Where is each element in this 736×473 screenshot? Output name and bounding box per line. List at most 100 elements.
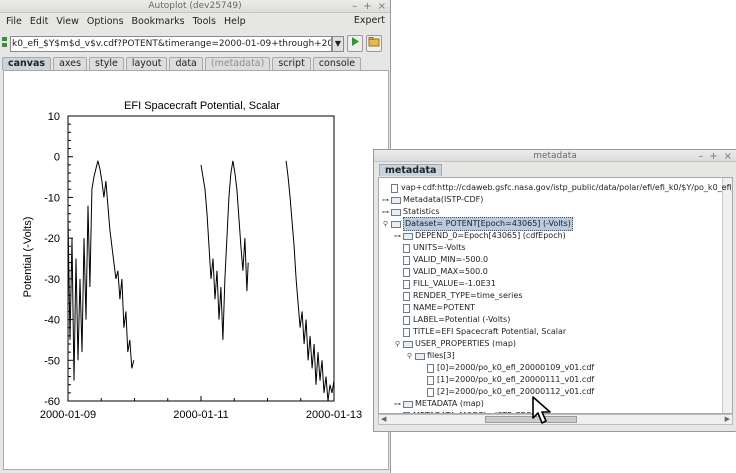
- tree-node-label: VALID_MAX=500.0: [413, 267, 488, 276]
- menubar: File Edit View Options Bookmarks Tools H…: [0, 13, 390, 29]
- expand-toggle-icon[interactable]: ⊶: [382, 206, 389, 218]
- document-icon: [403, 291, 410, 301]
- tree-node-label: Dataset= POTENT[Epoch=43065] (-Volts): [403, 217, 573, 231]
- tab-data[interactable]: data: [169, 57, 203, 70]
- tab-style[interactable]: style: [89, 57, 124, 70]
- window-titlebar[interactable]: Autoplot (dev25749) – + ×: [0, 0, 390, 13]
- x-tick-label: 2000-01-09: [40, 409, 96, 421]
- tab-metadata-panel[interactable]: metadata: [379, 164, 443, 176]
- document-icon: [403, 243, 410, 253]
- main-tabs: canvas axes style layout data (metadata)…: [2, 57, 362, 70]
- time-series-plot[interactable]: EFI Spacecraft Potential, Scalar Potenti…: [4, 71, 388, 469]
- tab-console[interactable]: console: [312, 57, 362, 70]
- menu-file[interactable]: File: [2, 16, 26, 27]
- tree-node[interactable]: [2]=2000/po_k0_efi_20000112_v01.cdf: [418, 386, 594, 398]
- expand-toggle-icon[interactable]: ⊶: [394, 230, 401, 242]
- tree-node[interactable]: ⚲ files[3]: [406, 350, 455, 362]
- tree-node[interactable]: LABEL=Potential (-Volts): [394, 314, 510, 326]
- document-icon: [427, 375, 434, 385]
- expand-toggle-icon[interactable]: ⚲: [382, 218, 389, 230]
- tree-node-label: FILL_VALUE=-1.0E31: [413, 279, 496, 288]
- window-title: Autoplot (dev25749): [148, 1, 242, 11]
- drag-grip-icon[interactable]: [2, 37, 7, 48]
- expand-toggle-icon[interactable]: ⊶: [394, 398, 401, 410]
- plot-frame: [67, 115, 335, 402]
- y-tick-label: -10: [44, 192, 60, 204]
- tab-script[interactable]: script: [272, 57, 311, 70]
- menu-options[interactable]: Options: [83, 16, 128, 27]
- tree-node[interactable]: vap+cdf:http://cdaweb.gsfc.nasa.gov/istp…: [382, 182, 733, 194]
- maximize-icon[interactable]: +: [709, 150, 717, 163]
- tree-node[interactable]: ⚲ Dataset= POTENT[Epoch=43065] (-Volts): [382, 217, 573, 231]
- scroll-right-icon[interactable]: ▶: [725, 415, 730, 423]
- chevron-down-icon[interactable]: ▼: [332, 36, 344, 52]
- y-axis-label: Potential (-Volts): [22, 217, 34, 298]
- tree-node[interactable]: VALID_MAX=500.0: [394, 266, 488, 278]
- data-uri-field[interactable]: k0_efi_$Y$m$d_v$v.cdf?POTENT&timerange=2…: [10, 36, 332, 52]
- document-icon: [427, 363, 434, 373]
- tree-node[interactable]: TITLE=EFI Spacecraft Potential, Scalar: [394, 326, 566, 338]
- folder-icon: [415, 352, 425, 360]
- tree-node-label: [1]=2000/po_k0_efi_20000111_v01.cdf: [437, 375, 595, 384]
- close-icon[interactable]: ×: [724, 150, 732, 163]
- tree-node[interactable]: ⚲ USER_PROPERTIES (map): [394, 338, 516, 350]
- tree-node-label: DEPEND_0=Epoch[43065] (cdfEpoch): [415, 231, 566, 240]
- expand-toggle-icon[interactable]: ⚲: [406, 350, 413, 362]
- tree-node-label: [2]=2000/po_k0_efi_20000112_v01.cdf: [437, 387, 595, 396]
- tree-node[interactable]: [0]=2000/po_k0_efi_20000109_v01.cdf: [418, 362, 594, 374]
- folder-icon: [391, 196, 401, 204]
- tab-canvas[interactable]: canvas: [2, 57, 52, 70]
- x-tick-label: 2000-01-11: [173, 409, 228, 421]
- folder-icon: [403, 340, 413, 348]
- expert-menu[interactable]: Expert: [354, 15, 385, 26]
- tree-node[interactable]: RENDER_TYPE=time_series: [394, 290, 523, 302]
- close-icon[interactable]: ×: [378, 0, 386, 13]
- tree-node[interactable]: NAME=POTENT: [394, 302, 475, 314]
- scroll-left-icon[interactable]: ◀: [381, 415, 386, 423]
- folder-open-icon[interactable]: [366, 35, 382, 52]
- document-icon: [403, 315, 410, 325]
- autoplot-window: Autoplot (dev25749) – + × File Edit View…: [0, 0, 391, 473]
- expand-toggle-icon[interactable]: ⚲: [394, 338, 401, 350]
- tree-node-label: USER_PROPERTIES (map): [415, 339, 517, 348]
- horizontal-scrollbar[interactable]: ◀ ▶: [378, 414, 733, 425]
- tree-node-label: LABEL=Potential (-Volts): [413, 315, 511, 324]
- tree-node-label: [0]=2000/po_k0_efi_20000109_v01.cdf: [437, 363, 595, 372]
- menu-tools[interactable]: Tools: [189, 16, 220, 27]
- document-icon: [403, 267, 410, 277]
- tree-node[interactable]: FILL_VALUE=-1.0E31: [394, 278, 496, 290]
- tree-node[interactable]: ⊶ DEPEND_0=Epoch[43065] (cdfEpoch): [394, 230, 566, 242]
- tab-layout[interactable]: layout: [125, 57, 168, 70]
- vertical-scrollbar[interactable]: [722, 178, 732, 413]
- metadata-titlebar[interactable]: metadata – + ×: [374, 150, 736, 162]
- tab-axes[interactable]: axes: [53, 57, 88, 70]
- tree-node[interactable]: ⊶ Metadata(ISTP-CDF): [382, 194, 483, 206]
- document-icon: [403, 255, 410, 265]
- menu-help[interactable]: Help: [220, 16, 250, 27]
- tree-node[interactable]: ⊶ METADATA (map): [394, 398, 484, 410]
- y-tick-label: -20: [44, 233, 60, 245]
- metadata-window: metadata – + × metadata vap+cdf:http://c…: [373, 149, 736, 432]
- tree-node[interactable]: VALID_MIN=-500.0: [394, 254, 488, 266]
- document-icon: [403, 327, 410, 337]
- tab-metadata[interactable]: (metadata): [204, 57, 271, 70]
- menu-bookmarks[interactable]: Bookmarks: [128, 16, 189, 27]
- folder-icon: [391, 220, 401, 228]
- y-tick-label: -50: [44, 355, 60, 367]
- minimize-icon[interactable]: –: [698, 150, 703, 163]
- tree-node-label: VALID_MIN=-500.0: [413, 255, 489, 264]
- tree-node[interactable]: UNITS=-Volts: [394, 242, 466, 254]
- tree-node[interactable]: [1]=2000/po_k0_efi_20000111_v01.cdf: [418, 374, 594, 386]
- play-icon[interactable]: [347, 35, 363, 52]
- menu-view[interactable]: View: [52, 16, 83, 27]
- maximize-icon[interactable]: +: [363, 0, 371, 13]
- plot-canvas[interactable]: EFI Spacecraft Potential, Scalar Potenti…: [3, 70, 389, 470]
- y-tick-label: -30: [44, 274, 60, 286]
- tree-node-label: vap+cdf:http://cdaweb.gsfc.nasa.gov/istp…: [401, 183, 733, 192]
- series-line: [200, 160, 249, 340]
- document-icon: [403, 303, 410, 313]
- menu-edit[interactable]: Edit: [26, 16, 52, 27]
- expand-toggle-icon[interactable]: ⊶: [382, 194, 389, 206]
- minimize-icon[interactable]: –: [352, 0, 357, 13]
- metadata-tree[interactable]: vap+cdf:http://cdaweb.gsfc.nasa.gov/istp…: [378, 177, 733, 414]
